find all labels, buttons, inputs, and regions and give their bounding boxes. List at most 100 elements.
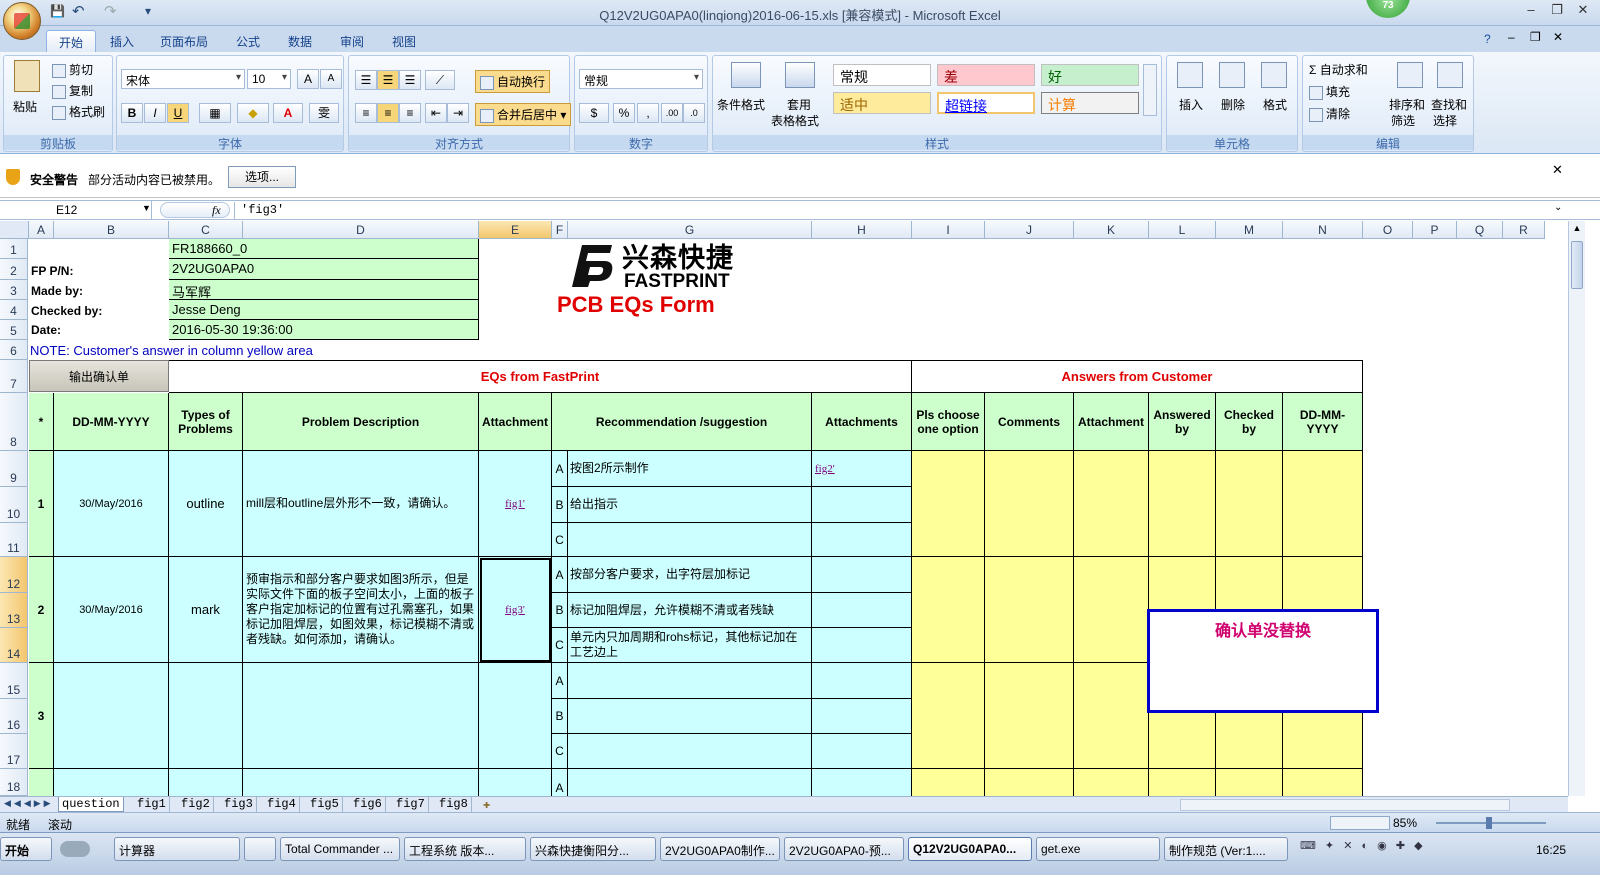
doc-close-icon[interactable]: ✕ <box>1553 30 1563 44</box>
increase-indent-icon[interactable]: ⇥ <box>447 103 469 123</box>
conditional-format-button[interactable]: 条件格式 <box>717 96 765 113</box>
wrap-text-button[interactable]: 自动换行 <box>475 70 551 93</box>
column-header-D[interactable]: D <box>243 221 479 239</box>
style-neutral[interactable]: 适中 <box>833 92 931 114</box>
number-format-select[interactable]: 常规 <box>579 69 703 89</box>
column-header-Q[interactable]: Q <box>1457 221 1503 239</box>
style-bad[interactable]: 差 <box>937 64 1035 86</box>
taskbar-item[interactable]: 计算器 <box>114 837 240 861</box>
recommendation[interactable] <box>568 734 812 769</box>
taskbar-item[interactable]: 2V2UG0APA0-预... <box>784 837 904 861</box>
font-size-select[interactable]: 10 <box>247 69 291 89</box>
row-header-9[interactable]: 9 <box>0 451 28 487</box>
tab-formulas[interactable]: 公式 <box>224 30 272 52</box>
item-number[interactable]: 3 <box>29 663 54 769</box>
binoculars-icon[interactable] <box>1437 62 1463 88</box>
recommendation[interactable] <box>568 523 812 557</box>
tab-data[interactable]: 数据 <box>276 30 324 52</box>
taskbar-item[interactable]: Q12V2UG0APA0... <box>908 837 1032 861</box>
note-textbox[interactable]: 确认单没替换 <box>1147 609 1379 713</box>
cell-C1[interactable]: FR188660_0 <box>169 239 479 259</box>
item-number[interactable] <box>29 769 54 796</box>
sheet-tab-fig7[interactable]: fig7 <box>393 797 429 812</box>
recommendation[interactable]: 按图2所示制作 <box>568 451 812 487</box>
answer-cell[interactable] <box>1074 557 1149 663</box>
horizontal-scrollbar[interactable] <box>1180 799 1510 811</box>
sheet-tab-fig1[interactable]: fig1 <box>134 797 170 812</box>
merge-center-button[interactable]: 合并后居中 ▾ <box>475 103 572 126</box>
tab-view[interactable]: 视图 <box>380 30 428 52</box>
insert-sheet-icon[interactable]: ✚ <box>480 797 493 812</box>
export-confirmation-button[interactable]: 输出确认单 <box>29 360 169 392</box>
fill-color-icon[interactable]: ◆ <box>237 103 269 123</box>
row-header-8[interactable]: 8 <box>0 393 28 451</box>
paste-icon[interactable] <box>14 60 40 92</box>
minimize-icon[interactable]: – <box>1518 2 1544 20</box>
style-hyperlink[interactable]: 超链接 <box>937 92 1035 114</box>
scroll-up-icon[interactable]: ▲ <box>1571 223 1583 235</box>
comma-button[interactable]: , <box>637 103 659 123</box>
attachment-link[interactable]: fig1' <box>505 498 525 510</box>
answer-cell[interactable] <box>1074 769 1149 796</box>
font-family-select[interactable]: 宋体 <box>121 69 245 89</box>
align-bottom-icon[interactable]: ☰ <box>399 70 421 90</box>
phonetic-icon[interactable]: 雯 <box>309 103 339 123</box>
recommendation[interactable]: 给出指示 <box>568 487 812 523</box>
format-cells-button[interactable]: 格式 <box>1263 96 1287 113</box>
conditional-format-icon[interactable] <box>731 62 761 88</box>
tab-home[interactable]: 开始 <box>46 30 97 52</box>
namebox-dropdown-icon[interactable]: ▼ <box>142 203 151 213</box>
row-header-15[interactable]: 15 <box>0 663 28 699</box>
bold-button[interactable]: B <box>121 103 143 123</box>
row-header-14[interactable]: 14 <box>0 628 28 663</box>
answer-cell[interactable] <box>985 557 1074 663</box>
row-header-16[interactable]: 16 <box>0 699 28 734</box>
zoom-level[interactable]: 85% <box>1393 816 1417 830</box>
column-header-C[interactable]: C <box>169 221 243 239</box>
copy-button[interactable]: 复制 <box>52 82 93 99</box>
item-date[interactable]: 30/May/2016 <box>54 557 169 663</box>
answer-cell[interactable] <box>912 663 985 769</box>
align-top-icon[interactable]: ☰ <box>355 70 377 90</box>
percent-button[interactable]: % <box>613 103 635 123</box>
row18-cell[interactable] <box>479 769 552 796</box>
sheet-tab-question[interactable]: question <box>58 797 124 812</box>
item-description[interactable]: 预审指示和部分客户要求如图3所示，但是实际文件下面的板子空间太小，上面的板子客户… <box>243 557 479 663</box>
recommendation[interactable] <box>568 769 812 796</box>
row18-cell[interactable] <box>243 769 479 796</box>
item-attachment-cell[interactable] <box>479 663 552 769</box>
recommendation-attachment[interactable] <box>812 628 912 663</box>
item-type[interactable] <box>169 663 243 769</box>
row18-cell[interactable] <box>169 769 243 796</box>
recommendation-attachment[interactable] <box>812 593 912 628</box>
answer-cell[interactable] <box>1074 451 1149 557</box>
row-header-18[interactable]: 18 <box>0 769 28 796</box>
recommendation[interactable]: 单元内只加周期和rohs标记，其他标记加在工艺边上 <box>568 628 812 663</box>
answer-cell[interactable] <box>912 769 985 796</box>
answer-cell[interactable] <box>1283 769 1363 796</box>
recommendation-attachment[interactable] <box>812 699 912 734</box>
row-header-6[interactable]: 6 <box>0 340 28 360</box>
style-good[interactable]: 好 <box>1041 64 1139 86</box>
recommendation-attachment[interactable] <box>812 734 912 769</box>
tab-nav-icons[interactable]: ◀◀◀▶▶ <box>4 798 54 809</box>
column-header-B[interactable]: B <box>54 221 169 239</box>
delete-cells-icon[interactable] <box>1219 62 1245 88</box>
quicklaunch-icon[interactable] <box>60 841 90 857</box>
taskbar-item[interactable]: 制作规范 (Ver:1.... <box>1164 837 1288 861</box>
shrink-font-icon[interactable]: A <box>320 69 342 89</box>
row-header-13[interactable]: 13 <box>0 593 28 628</box>
decrease-decimal-icon[interactable]: .0 <box>683 103 705 123</box>
taskbar-item[interactable] <box>244 837 276 861</box>
column-header-M[interactable]: M <box>1216 221 1283 239</box>
increase-decimal-icon[interactable]: .00 <box>661 103 683 123</box>
sheet-tab-fig6[interactable]: fig6 <box>350 797 386 812</box>
column-header-N[interactable]: N <box>1283 221 1363 239</box>
view-buttons[interactable] <box>1330 816 1390 830</box>
sheet-tab-fig2[interactable]: fig2 <box>178 797 214 812</box>
cell-C3[interactable]: 马军辉 <box>169 280 479 300</box>
item-description[interactable] <box>243 663 479 769</box>
answer-cell[interactable] <box>1216 769 1283 796</box>
answer-cell[interactable] <box>1149 769 1216 796</box>
align-left-icon[interactable]: ≡ <box>355 103 377 123</box>
